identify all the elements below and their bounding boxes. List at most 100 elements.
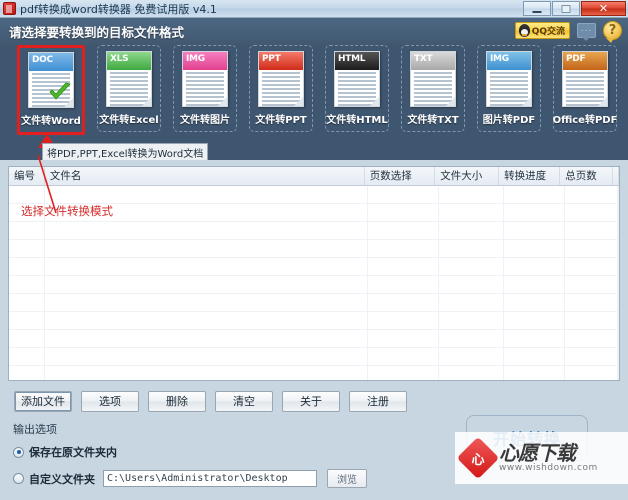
tile-document-icon: TXT — [410, 51, 456, 107]
radio-same-folder-label: 保存在原文件夹内 — [29, 446, 117, 459]
tile-doc-0[interactable]: DOC 文件转Word — [17, 45, 85, 135]
table-cell — [368, 348, 440, 365]
close-button[interactable]: ✕ — [581, 1, 626, 16]
table-cell — [439, 258, 504, 275]
table-row[interactable] — [9, 240, 619, 258]
table-row[interactable] — [9, 276, 619, 294]
table-cell — [504, 348, 566, 365]
qq-penguin-icon — [518, 24, 530, 37]
table-cell — [565, 312, 618, 329]
table-cell — [439, 366, 504, 380]
tile-document-icon: XLS — [106, 51, 152, 107]
watermark-diamond-icon: 心 — [456, 436, 500, 480]
table-cell — [9, 366, 45, 380]
table-cell — [618, 186, 619, 203]
action-button-1[interactable]: 选项 — [81, 390, 139, 412]
header-actions: QQ交流 ... ? — [514, 21, 622, 43]
window-controls: ✕ — [523, 1, 626, 16]
radio-custom-folder[interactable]: 自定义文件夹 C:\Users\Administrator\Desktop 浏览 — [13, 469, 367, 488]
table-cell — [9, 276, 45, 293]
table-cell — [439, 186, 504, 203]
action-button-5[interactable]: 注册 — [349, 390, 407, 412]
file-grid[interactable]: 编号 文件名 页数选择 文件大小 转换进度 总页数 选择文件转换模式 — [8, 166, 620, 381]
tile-img-2[interactable]: IMG 文件转图片 — [173, 45, 237, 132]
table-cell — [9, 312, 45, 329]
grid-column-header-3[interactable]: 文件大小 — [435, 167, 500, 185]
tile-corner-fold — [218, 97, 227, 106]
table-cell — [504, 294, 566, 311]
table-cell — [504, 240, 566, 257]
tile-format-badge: DOC — [29, 53, 73, 71]
table-cell — [45, 348, 369, 365]
annotation-leader-line — [37, 155, 57, 214]
table-cell — [368, 258, 440, 275]
table-cell — [368, 186, 440, 203]
tile-label: 文件转TXT — [407, 115, 459, 126]
table-row[interactable] — [9, 366, 619, 380]
tile-document-icon: DOC — [28, 52, 74, 108]
table-cell — [565, 294, 618, 311]
radio-custom-folder-label: 自定义文件夹 — [29, 472, 95, 486]
table-row[interactable] — [9, 348, 619, 366]
grid-column-header-5[interactable]: 总页数 — [560, 167, 613, 185]
action-button-2[interactable]: 删除 — [148, 390, 206, 412]
tile-txt-5[interactable]: TXT 文件转TXT — [401, 45, 465, 132]
maximize-button[interactable] — [552, 1, 580, 16]
browse-button[interactable]: 浏览 — [327, 469, 367, 488]
tile-label: 文件转HTML — [326, 115, 388, 126]
table-cell — [504, 222, 566, 239]
table-cell — [45, 330, 369, 347]
radio-custom-folder-indicator[interactable] — [13, 473, 24, 484]
table-cell — [439, 312, 504, 329]
tile-label: 图片转PDF — [482, 115, 536, 126]
table-cell — [45, 312, 369, 329]
action-button-0[interactable]: 添加文件 — [14, 390, 72, 412]
table-cell — [618, 222, 619, 239]
tile-img-6[interactable]: IMG 图片转PDF — [477, 45, 541, 132]
table-cell — [9, 330, 45, 347]
grid-column-header-4[interactable]: 转换进度 — [499, 167, 561, 185]
feedback-bubble-icon[interactable]: ... — [577, 23, 596, 41]
conversion-mode-tiles: DOC 文件转Word XLS 文件转Excel IMG 文件转图片 PPT 文件转PPT HT… — [0, 45, 628, 140]
table-cell — [618, 348, 619, 365]
output-path-input[interactable]: C:\Users\Administrator\Desktop — [103, 470, 317, 487]
radio-same-folder[interactable]: 保存在原文件夹内 — [13, 444, 117, 460]
table-row[interactable] — [9, 312, 619, 330]
tile-ppt-3[interactable]: PPT 文件转PPT — [249, 45, 313, 132]
minimize-button[interactable] — [523, 1, 551, 16]
table-cell — [565, 330, 618, 347]
watermark-title: 心愿下载 — [499, 440, 576, 465]
table-cell — [45, 366, 369, 380]
radio-same-folder-indicator[interactable] — [13, 446, 24, 458]
table-cell — [618, 258, 619, 275]
action-button-3[interactable]: 清空 — [215, 390, 273, 412]
action-button-4[interactable]: 关于 — [282, 390, 340, 412]
qq-chat-button[interactable]: QQ交流 — [514, 22, 570, 39]
tile-document-icon: PDF — [562, 51, 608, 107]
table-cell — [439, 276, 504, 293]
tile-format-badge: IMG — [183, 52, 227, 70]
tile-pdf-7[interactable]: PDF Office转PDF — [553, 45, 617, 132]
table-cell — [45, 294, 369, 311]
grid-column-header-6[interactable] — [613, 167, 619, 185]
table-cell — [504, 366, 566, 380]
grid-column-header-1[interactable]: 文件名 — [45, 167, 365, 185]
file-list-panel: 编号 文件名 页数选择 文件大小 转换进度 总页数 选择文件转换模式 — [0, 160, 628, 385]
tile-corner-fold — [522, 97, 531, 106]
grid-column-header-2[interactable]: 页数选择 — [365, 167, 436, 185]
table-cell — [565, 258, 618, 275]
watermark-mark-glyph: 心 — [471, 452, 485, 468]
table-cell — [504, 204, 566, 221]
tile-xls-1[interactable]: XLS 文件转Excel — [97, 45, 161, 132]
table-cell — [368, 276, 440, 293]
table-row[interactable] — [9, 294, 619, 312]
table-row[interactable] — [9, 330, 619, 348]
table-row[interactable] — [9, 222, 619, 240]
tile-document-icon: PPT — [258, 51, 304, 107]
table-cell — [565, 222, 618, 239]
table-row[interactable] — [9, 186, 619, 204]
help-question-icon[interactable]: ? — [603, 21, 622, 43]
table-cell — [504, 186, 566, 203]
tile-html-4[interactable]: HTML 文件转HTML — [325, 45, 389, 132]
table-row[interactable] — [9, 258, 619, 276]
